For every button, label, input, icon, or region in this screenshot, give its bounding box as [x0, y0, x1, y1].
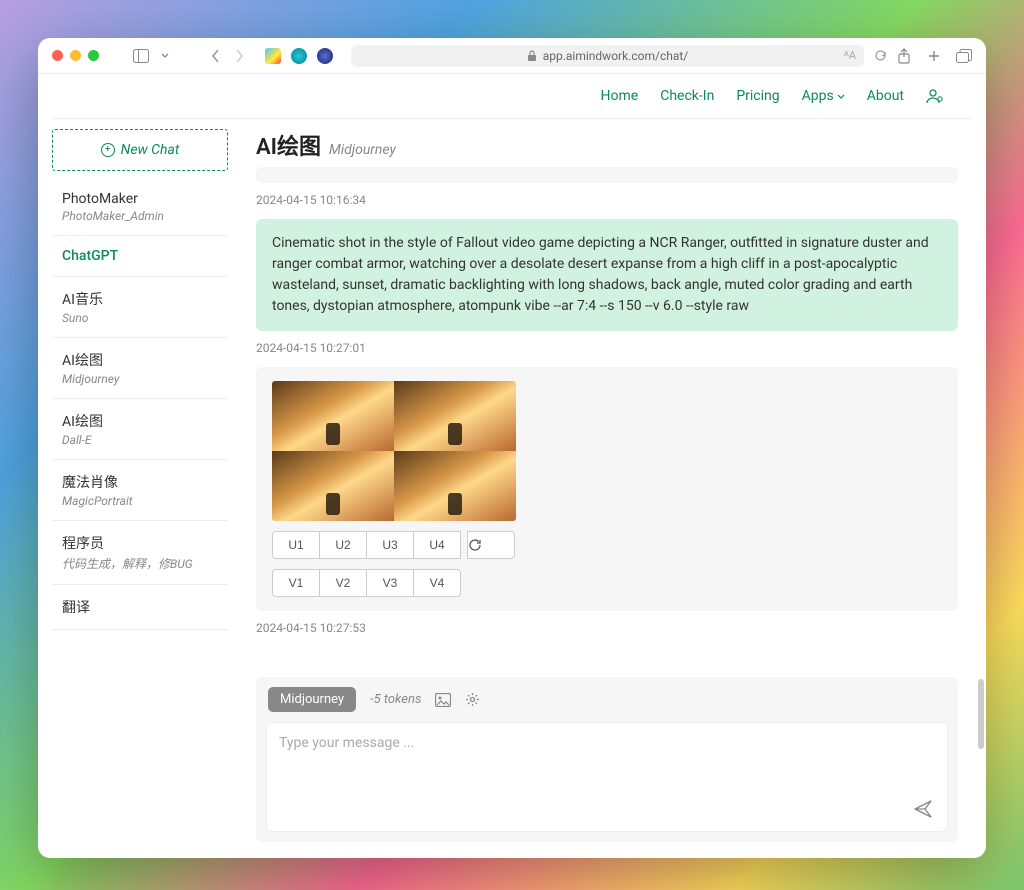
lock-icon: [527, 50, 537, 62]
upscale-row: U1 U2 U3 U4: [272, 531, 942, 559]
caret-down-icon: [837, 94, 845, 99]
top-nav: Home Check-In Pricing Apps About: [52, 74, 972, 119]
chat-list: PhotoMaker PhotoMaker_Admin ChatGPT AI音乐…: [52, 179, 228, 630]
generated-image-3[interactable]: [272, 451, 394, 521]
prompt-text: Cinematic shot in the style of Fallout v…: [272, 235, 929, 314]
nav-apps-label: Apps: [802, 88, 834, 104]
sidebar-item-dalle[interactable]: AI绘图 Dall-E: [52, 399, 228, 460]
url-bar[interactable]: app.aimindwork.com/chat/: [351, 45, 864, 67]
window-traffic-lights[interactable]: [52, 50, 99, 61]
variation-v2[interactable]: V2: [319, 569, 367, 597]
sidebar-item-title: 翻译: [62, 597, 218, 617]
send-button[interactable]: [913, 799, 933, 819]
generated-image-4[interactable]: [394, 451, 516, 521]
sidebar-item-title: AI音乐: [62, 289, 218, 309]
settings-icon[interactable]: [465, 692, 480, 707]
reader-icon[interactable]: ᴬA: [842, 48, 858, 64]
share-icon[interactable]: [896, 48, 912, 64]
reload-icon[interactable]: [872, 48, 888, 64]
nav-about[interactable]: About: [867, 88, 904, 104]
extension-icons: [265, 48, 333, 64]
timestamp: 2024-04-15 10:16:34: [256, 193, 958, 207]
timestamp: 2024-04-15 10:27:53: [256, 621, 958, 635]
sidebar-item-translate[interactable]: 翻译: [52, 585, 228, 630]
sidebar-item-title: PhotoMaker: [62, 191, 218, 207]
sidebar-item-subtitle: Midjourney: [62, 372, 218, 386]
result-bubble: U1 U2 U3 U4 V1 V2 V3 V4: [256, 367, 958, 611]
reroll-button[interactable]: [467, 531, 515, 559]
refresh-icon: [468, 538, 482, 552]
sidebar-item-subtitle: Suno: [62, 311, 218, 325]
sidebar-item-magicportrait[interactable]: 魔法肖像 MagicPortrait: [52, 460, 228, 521]
composer: Midjourney -5 tokens: [256, 677, 958, 842]
content-area: + New Chat PhotoMaker PhotoMaker_Admin C…: [38, 119, 986, 858]
sidebar-item-aimusic[interactable]: AI音乐 Suno: [52, 277, 228, 338]
generated-image-2[interactable]: [394, 381, 516, 451]
chevron-down-icon[interactable]: [157, 48, 173, 64]
sidebar-item-title: AI绘图: [62, 411, 218, 431]
chat-header: AI绘图 Midjourney: [256, 129, 968, 167]
sidebar-item-title: AI绘图: [62, 350, 218, 370]
plus-icon: +: [101, 143, 115, 157]
extension-icon-3[interactable]: [317, 48, 333, 64]
minimize-window-icon[interactable]: [70, 50, 81, 61]
sidebar-item-title: 魔法肖像: [62, 472, 218, 492]
sidebar-item-subtitle: MagicPortrait: [62, 494, 218, 508]
back-icon[interactable]: [207, 48, 223, 64]
extension-icon-2[interactable]: [291, 48, 307, 64]
variation-v3[interactable]: V3: [366, 569, 414, 597]
user-prompt-bubble: Cinematic shot in the style of Fallout v…: [256, 219, 958, 331]
sidebar-item-subtitle: PhotoMaker_Admin: [62, 209, 218, 223]
new-tab-icon[interactable]: [926, 48, 942, 64]
image-attach-icon[interactable]: [435, 693, 451, 707]
chat-title: AI绘图: [256, 129, 321, 161]
timestamp: 2024-04-15 10:27:01: [256, 341, 958, 355]
sidebar: + New Chat PhotoMaker PhotoMaker_Admin C…: [52, 119, 228, 858]
browser-titlebar: app.aimindwork.com/chat/ ᴬA: [38, 38, 986, 74]
extension-icon-1[interactable]: [265, 48, 281, 64]
token-cost: -5 tokens: [370, 692, 421, 707]
scrollbar-thumb[interactable]: [978, 679, 984, 749]
model-badge[interactable]: Midjourney: [268, 687, 356, 712]
sidebar-item-programmer[interactable]: 程序员 代码生成，解释，修BUG: [52, 521, 228, 585]
nav-home[interactable]: Home: [601, 88, 639, 104]
sidebar-item-subtitle: Dall-E: [62, 433, 218, 447]
upscale-u4[interactable]: U4: [413, 531, 461, 559]
sidebar-item-photomaker[interactable]: PhotoMaker PhotoMaker_Admin: [52, 179, 228, 236]
prev-result-bubble: [256, 167, 958, 183]
nav-pricing[interactable]: Pricing: [736, 88, 779, 104]
upscale-u1[interactable]: U1: [272, 531, 320, 559]
variation-v4[interactable]: V4: [413, 569, 461, 597]
upscale-u2[interactable]: U2: [319, 531, 367, 559]
new-chat-button[interactable]: + New Chat: [52, 129, 228, 171]
user-settings-icon[interactable]: [926, 88, 944, 104]
chat-subtitle: Midjourney: [329, 142, 396, 158]
sidebar-toggle-icon[interactable]: [133, 48, 149, 64]
forward-icon[interactable]: [231, 48, 247, 64]
close-window-icon[interactable]: [52, 50, 63, 61]
main-panel: AI绘图 Midjourney 2024-04-15 10:16:34 Cine…: [228, 119, 986, 858]
url-text: app.aimindwork.com/chat/: [543, 49, 689, 63]
variation-row: V1 V2 V3 V4: [272, 569, 942, 597]
generated-image-grid[interactable]: [272, 381, 516, 521]
nav-apps[interactable]: Apps: [802, 88, 845, 104]
variation-v1[interactable]: V1: [272, 569, 320, 597]
new-chat-label: New Chat: [121, 142, 180, 158]
tabs-icon[interactable]: [956, 48, 972, 64]
message-scroller[interactable]: 2024-04-15 10:16:34 Cinematic shot in th…: [256, 167, 968, 665]
composer-header: Midjourney -5 tokens: [256, 677, 958, 722]
app-window: app.aimindwork.com/chat/ ᴬA Home Check-I…: [38, 38, 986, 858]
sidebar-item-midjourney[interactable]: AI绘图 Midjourney: [52, 338, 228, 399]
message-input[interactable]: [279, 735, 935, 815]
sidebar-item-subtitle: 代码生成，解释，修BUG: [62, 555, 218, 572]
maximize-window-icon[interactable]: [88, 50, 99, 61]
sidebar-item-title: ChatGPT: [62, 248, 218, 264]
upscale-u3[interactable]: U3: [366, 531, 414, 559]
sidebar-item-chatgpt[interactable]: ChatGPT: [52, 236, 228, 277]
composer-body: [266, 722, 948, 832]
generated-image-1[interactable]: [272, 381, 394, 451]
sidebar-item-title: 程序员: [62, 533, 218, 553]
nav-checkin[interactable]: Check-In: [660, 88, 714, 104]
